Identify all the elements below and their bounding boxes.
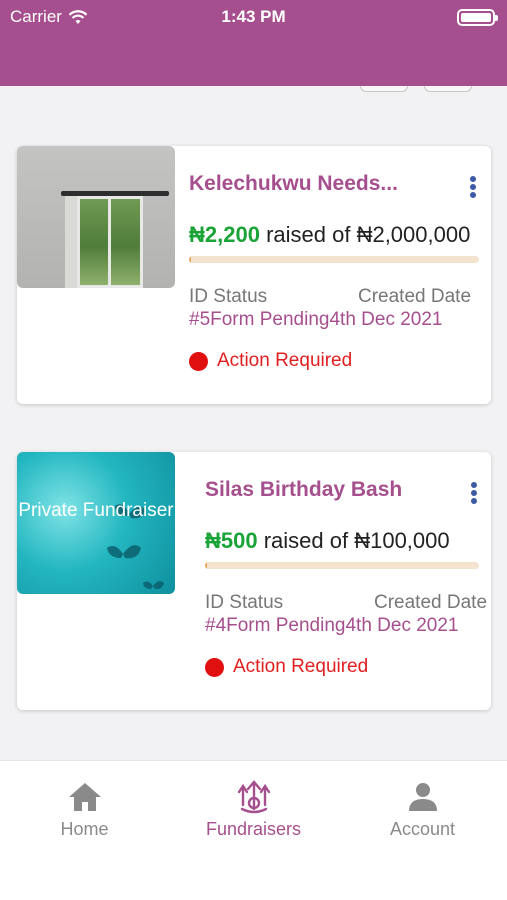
tab-bar: Home Fundraisers Account — [0, 760, 507, 900]
more-options-icon[interactable] — [468, 174, 478, 202]
sort-button-partial[interactable] — [424, 86, 472, 92]
id-status-date-value: #5Form Pending4th Dec 2021 — [189, 309, 443, 330]
raised-of-goal: raised of ₦100,000 — [263, 528, 450, 553]
progress-fill — [189, 256, 192, 263]
battery-icon — [457, 9, 498, 26]
id-label: ID — [189, 286, 208, 307]
progress-bar — [205, 562, 479, 569]
tab-fundraisers-label: Fundraisers — [205, 819, 302, 839]
filter-button-partial[interactable] — [360, 86, 408, 92]
curtain — [65, 196, 77, 288]
amount-raised: ₦2,200 — [189, 222, 260, 247]
home-icon — [68, 783, 101, 811]
fundraiser-list[interactable]: Kelechukwu Needs... ₦2,200 raised of ₦2,… — [0, 86, 507, 760]
tab-account[interactable]: Account — [338, 779, 507, 840]
action-required[interactable]: Action Required — [205, 656, 368, 678]
tab-home-label: Home — [60, 819, 109, 839]
created-date-label: Created Date — [358, 286, 472, 307]
status-bar: Carrier 1:43 PM — [0, 0, 507, 86]
alert-dot-icon — [205, 657, 224, 677]
fundraiser-thumbnail — [17, 146, 175, 288]
fundraiser-card[interactable]: Private Fundraiser Silas Birthday Bash ₦… — [17, 452, 491, 710]
raised-summary: ₦2,200 raised of ₦2,000,000 — [189, 222, 470, 248]
id-status-labels: ID Status — [189, 286, 267, 308]
status-label: Status — [229, 592, 284, 613]
fundraiser-thumbnail: Private Fundraiser — [17, 452, 175, 594]
fundraisers-icon — [237, 780, 270, 814]
window-view — [77, 196, 143, 288]
raised-summary: ₦500 raised of ₦100,000 — [205, 528, 450, 554]
clock: 1:43 PM — [221, 7, 286, 26]
action-required-label: Action Required — [217, 350, 353, 371]
id-status-date-value: #4Form Pending4th Dec 2021 — [205, 615, 459, 636]
action-required[interactable]: Action Required — [189, 350, 352, 372]
status-label: Status — [213, 286, 268, 307]
progress-fill — [205, 562, 207, 569]
account-icon — [408, 783, 437, 811]
action-required-label: Action Required — [233, 656, 369, 677]
fundraiser-card[interactable]: Kelechukwu Needs... ₦2,200 raised of ₦2,… — [17, 146, 491, 404]
more-options-icon[interactable] — [469, 480, 479, 508]
tab-fundraisers[interactable]: Fundraisers — [169, 779, 338, 840]
progress-bar — [189, 256, 479, 263]
fundraiser-title[interactable]: Kelechukwu Needs... — [189, 172, 398, 196]
alert-dot-icon — [189, 351, 208, 371]
raised-of-goal: raised of ₦2,000,000 — [266, 222, 471, 247]
id-status-labels: ID Status — [205, 592, 283, 614]
private-fundraiser-text: Private Fundraiser — [18, 500, 174, 521]
created-date-label: Created Date — [374, 592, 488, 613]
amount-raised: ₦500 — [205, 528, 258, 553]
tab-home[interactable]: Home — [0, 779, 169, 840]
tab-account-label: Account — [389, 819, 456, 839]
fundraiser-title[interactable]: Silas Birthday Bash — [205, 478, 402, 502]
id-label: ID — [205, 592, 224, 613]
